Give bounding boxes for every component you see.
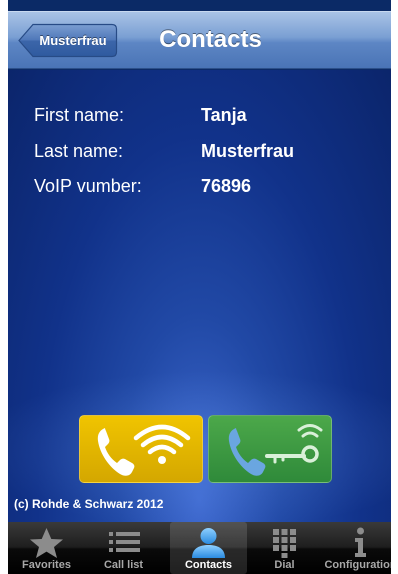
phone-wifi-icon	[97, 424, 191, 476]
tab-favorites-label: Favorites	[22, 559, 71, 571]
tab-bar: Favorites Call list Contacts Dial Config…	[8, 522, 391, 574]
tab-contacts[interactable]: Contacts	[170, 522, 247, 574]
tab-call-list[interactable]: Call list	[85, 522, 162, 574]
tab-contacts-label: Contacts	[184, 559, 233, 571]
person-icon	[192, 528, 225, 558]
contact-detail: First name: Tanja Last name: Musterfrau …	[8, 70, 391, 522]
list-icon	[109, 532, 140, 552]
wifi-call-button[interactable]	[79, 415, 203, 483]
star-icon	[30, 528, 63, 558]
first-name-value: Tanja	[201, 105, 247, 125]
tab-call-list-label: Call list	[103, 559, 144, 571]
back-button-label: Musterfrau	[39, 33, 107, 48]
last-name-value: Musterfrau	[201, 141, 295, 161]
tab-configuration-label: Configuration	[324, 559, 391, 571]
page-title: Contacts	[159, 26, 262, 53]
voip-number-label: VoIP vumber:	[34, 176, 142, 196]
keypad-icon	[273, 529, 296, 558]
tab-configuration[interactable]: Configuration	[322, 522, 391, 574]
tab-favorites[interactable]: Favorites	[8, 522, 85, 574]
first-name-label: First name:	[34, 105, 125, 125]
voip-number-value: 76896	[201, 176, 252, 196]
last-name-label: Last name:	[34, 141, 124, 161]
tab-dial-label: Dial	[274, 559, 295, 571]
navigation-bar: Musterfrau Contacts	[8, 11, 391, 69]
phone-key-icon	[228, 424, 323, 476]
back-button[interactable]: Musterfrau	[18, 23, 118, 58]
app-screen: Musterfrau Contacts First name: Tanja La…	[8, 0, 391, 574]
ip-call-button[interactable]	[208, 415, 332, 483]
copyright-text: (c) Rohde & Schwarz 2012	[14, 497, 164, 511]
info-icon	[355, 527, 366, 557]
tab-dial[interactable]: Dial	[246, 522, 323, 574]
